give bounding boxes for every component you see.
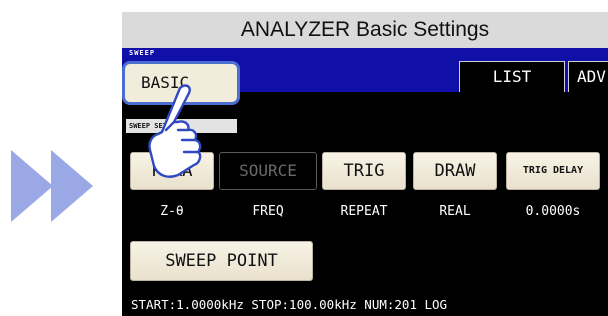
para-value: Z-θ <box>160 204 184 219</box>
mode-label: SWEEP <box>129 49 156 57</box>
trig-delay-button[interactable]: TRIG DELAY <box>506 152 600 190</box>
double-chevron-right-icon <box>11 150 93 222</box>
page-title: ANALYZER Basic Settings <box>122 12 608 48</box>
trig-delay-value: 0.0000s <box>525 204 581 219</box>
draw-button[interactable]: DRAW <box>413 152 497 190</box>
trig-button[interactable]: TRIG <box>322 152 406 190</box>
pointing-hand-icon <box>148 84 202 178</box>
source-button: SOURCE <box>219 152 317 190</box>
tab-list[interactable]: LIST <box>459 61 565 92</box>
mode-strip <box>122 48 608 58</box>
trig-value: REPEAT <box>340 204 388 219</box>
draw-value: REAL <box>439 204 471 219</box>
sweep-point-button[interactable]: SWEEP POINT <box>130 241 313 281</box>
source-value: FREQ <box>252 204 284 219</box>
tab-adv[interactable]: ADV <box>568 61 608 92</box>
sweep-status-line: START:1.0000kHz STOP:100.00kHz NUM:201 L… <box>131 297 448 312</box>
